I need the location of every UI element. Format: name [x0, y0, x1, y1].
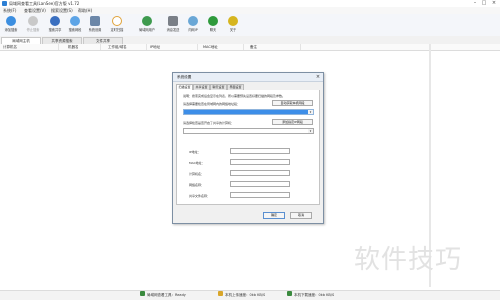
dialog-close-icon[interactable]: × — [315, 74, 321, 80]
field-label: 网络名称： — [189, 183, 205, 187]
ok-button[interactable]: 确定 — [263, 212, 285, 219]
toolbar-add-search[interactable]: 添加搜索 — [2, 15, 20, 35]
toolbar-timer-scan[interactable]: 定时扫描 — [108, 15, 126, 35]
window-title: 局域网查看工具(LanSee)官方版 v1.72 — [9, 1, 80, 6]
toolbar-settings[interactable]: 系统设置 — [86, 15, 104, 35]
toolbar: 添加搜索 停止搜索 搜索共享 搜索网段 系统设置 定时扫描 局域网用户 消息发送… — [0, 14, 500, 37]
toolbar-search-segment[interactable]: 搜索网段 — [66, 15, 84, 35]
message-icon — [168, 16, 178, 26]
chevron-down-icon: ▾ — [308, 129, 313, 133]
settings-dialog: 系统设置 × 扫描设置 共享设置 聊天设置 界面设置 说明：搜索完成后会显示在列… — [172, 72, 324, 224]
share-file-name-field[interactable] — [230, 192, 290, 198]
cancel-button[interactable]: 取消 — [290, 212, 312, 219]
column-header[interactable]: 计算机名 — [3, 44, 17, 50]
dialog-title-bar: 系统设置 × — [173, 73, 323, 82]
add-ip-segment-button[interactable]: 添加指定IP网段 — [272, 119, 313, 125]
toolbar-lan-users[interactable]: 局域网用户 — [138, 15, 156, 35]
watermark-text: 软件技巧 — [354, 245, 463, 275]
settings-icon — [90, 16, 100, 26]
chevron-down-icon: ▾ — [308, 110, 313, 114]
column-header[interactable]: IP地址 — [150, 44, 160, 50]
toolbar-chat[interactable]: 聊天 — [204, 15, 222, 35]
tab-share-search[interactable]: 共享资源搜索 — [42, 37, 82, 44]
watermark: 软件技巧 — [344, 240, 494, 280]
ip-icon — [188, 16, 198, 26]
field-label: 共享文件名称： — [189, 194, 211, 198]
network-icon — [70, 16, 80, 26]
range2-select[interactable]: ▾ — [183, 128, 314, 134]
dialog-title: 系统设置 — [177, 75, 192, 79]
status-ready-icon — [140, 291, 145, 296]
ip-address-field[interactable] — [230, 148, 290, 154]
download-icon — [287, 291, 292, 296]
menu-help[interactable]: 帮助(H) — [78, 7, 92, 14]
about-icon — [228, 16, 238, 26]
app-icon — [2, 1, 7, 6]
close-icon[interactable]: × — [491, 1, 497, 6]
field-label: MAC地址： — [189, 161, 205, 165]
network-name-field[interactable] — [230, 181, 290, 187]
range1-label: 请选择需要检查在局域网内的网络地址段： — [183, 102, 241, 106]
dialog-panel: 说明：搜索完成后会显示在列表，所以需要预先设置好要扫描的网段及参数。 请选择需要… — [176, 90, 320, 205]
toolbar-send-message[interactable]: 消息发送 — [164, 15, 182, 35]
tab-lan-hosts[interactable]: 局域网主机 — [1, 37, 41, 44]
menu-view[interactable]: 查看设置(V) — [24, 7, 46, 14]
range1-select[interactable]: ▾ — [183, 109, 314, 115]
column-header[interactable]: MAC地址 — [203, 44, 218, 50]
field-label: IP地址： — [189, 150, 201, 154]
upload-icon — [218, 291, 223, 296]
column-header[interactable]: 机器名 — [68, 44, 79, 50]
add-icon — [6, 16, 16, 26]
menu-system[interactable]: 系统(F) — [3, 7, 16, 14]
dialog-hint: 说明：搜索完成后会显示在列表，所以需要预先设置好要扫描的网段及参数。 — [183, 94, 286, 98]
tab-file-share[interactable]: 文件共享 — [83, 37, 123, 44]
clock-icon — [112, 16, 122, 26]
column-header[interactable]: 工作组/域名 — [108, 44, 127, 50]
toolbar-search-share[interactable]: 搜索共享 — [46, 15, 64, 35]
field-label: 计算机名： — [189, 172, 205, 176]
toolbar-intranet-ip[interactable]: 内网IP — [184, 15, 202, 35]
chat-icon — [208, 16, 218, 26]
range2-label: 请选择检查是否开启了共享的计算机： — [183, 121, 235, 125]
users-icon — [142, 16, 152, 26]
toolbar-stop-search[interactable]: 停止搜索 — [24, 15, 42, 35]
minimize-icon[interactable]: – — [472, 1, 478, 6]
menu-search[interactable]: 搜索设置(S) — [51, 7, 73, 14]
computer-name-field[interactable] — [230, 170, 290, 176]
host-table-header: 计算机名 机器名 工作组/域名 IP地址 MAC地址 备注 — [0, 44, 500, 51]
column-header[interactable]: 备注 — [250, 44, 257, 50]
maximize-icon[interactable]: □ — [481, 1, 487, 6]
stop-icon — [28, 16, 38, 26]
mac-address-field[interactable] — [230, 159, 290, 165]
share-icon — [50, 16, 60, 26]
auto-get-segment-button[interactable]: 自动获取本机网段 — [272, 100, 313, 106]
toolbar-about[interactable]: 关于 — [224, 15, 242, 35]
